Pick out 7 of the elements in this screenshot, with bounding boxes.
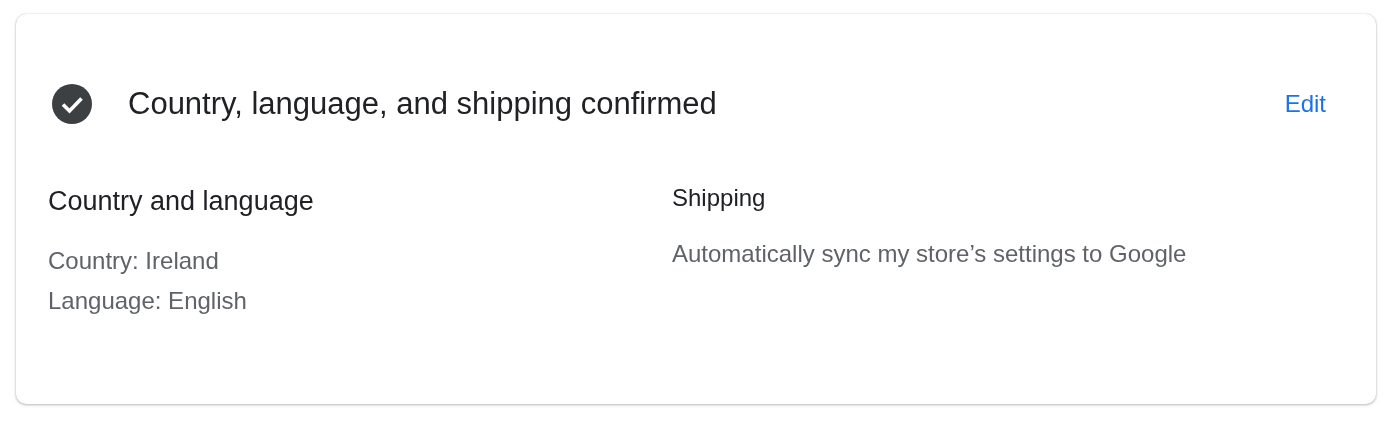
detail-text: Language: English (48, 286, 248, 316)
section-heading: Shipping (672, 184, 767, 212)
section-title: Country, language, and shipping confirmed (128, 86, 718, 122)
section-heading: Country and language (48, 186, 315, 217)
detail-text: Country: Ireland (48, 246, 220, 276)
edit-link[interactable]: Edit (1284, 90, 1326, 118)
detail-text: Automatically sync my store’s settings to Google (672, 239, 1188, 269)
